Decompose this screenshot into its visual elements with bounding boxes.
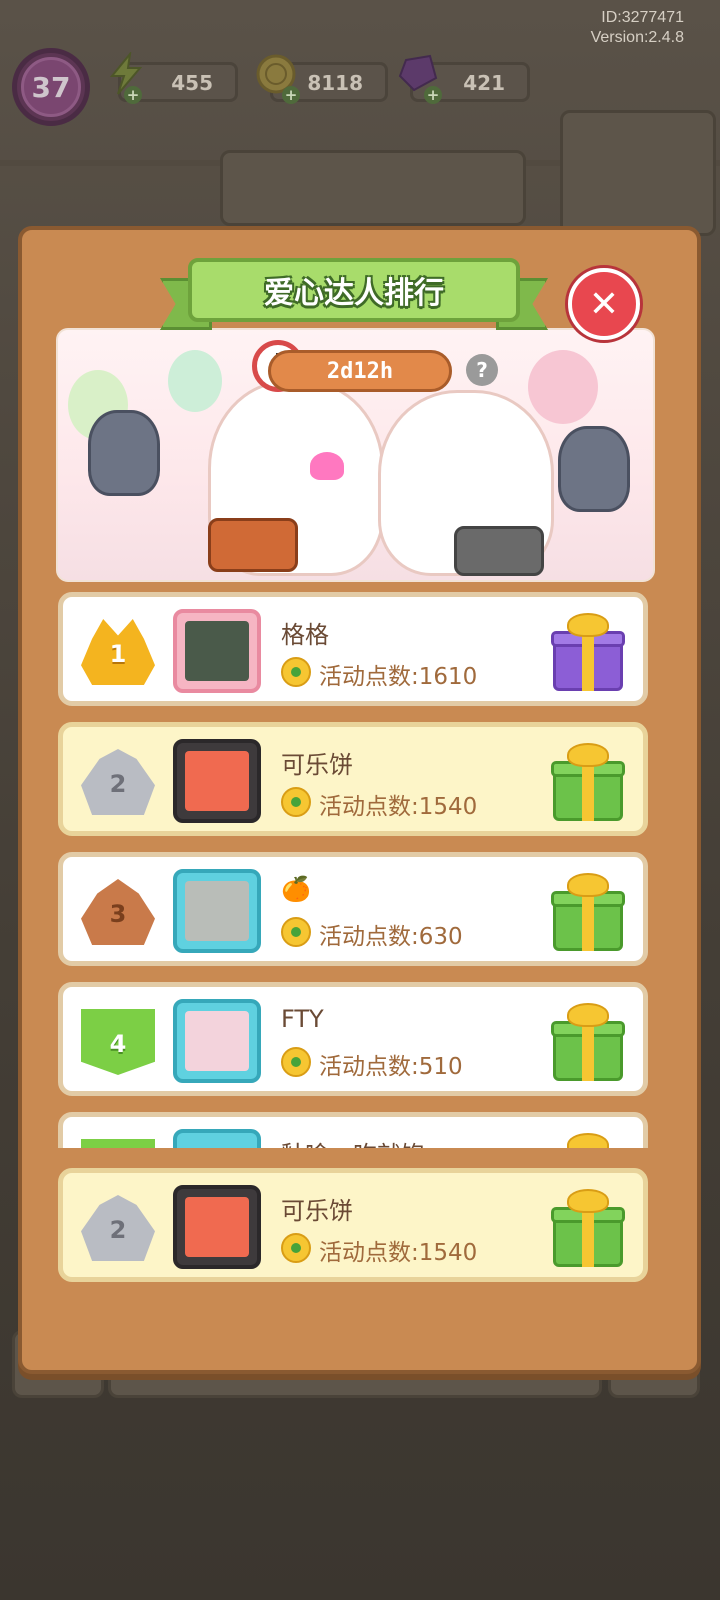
help-button[interactable]: ? <box>466 354 498 386</box>
rank-number: 3 <box>109 900 127 928</box>
rank-number: 2 <box>109 770 127 798</box>
avatar[interactable] <box>173 999 261 1083</box>
gray-cat-right <box>558 426 630 512</box>
crown-rank-icon: 1 <box>81 619 155 685</box>
player-name: 🍊 <box>281 875 311 903</box>
player-name: 釉啥一吃就饱 <box>281 1135 425 1148</box>
flower-points-icon <box>281 657 311 687</box>
green-gift-icon[interactable] <box>551 743 625 823</box>
ranking-row-3[interactable]: 3 🍊 活动点数:630 <box>58 852 648 966</box>
green-gift-icon[interactable] <box>551 1003 625 1083</box>
green-gift-icon[interactable] <box>551 1189 625 1269</box>
add-gem-icon[interactable]: + <box>424 86 442 104</box>
my-ranking-row[interactable]: 2 可乐饼 活动点数:1540 <box>58 1168 648 1282</box>
green-rank-icon: 4 <box>81 1009 155 1075</box>
player-name: 可乐饼 <box>281 1197 353 1225</box>
title-ribbon: 爱心达人排行 <box>160 258 548 332</box>
ranking-row-1[interactable]: 1 格格 活动点数:1610 <box>58 592 648 706</box>
energy-value: 455 <box>171 71 213 95</box>
player-name: 可乐饼 <box>281 751 353 779</box>
level-number: 37 <box>21 57 81 117</box>
flower-points-icon <box>281 917 311 947</box>
user-id-text: ID:3277471 <box>601 9 684 26</box>
stone-prop <box>454 526 544 576</box>
player-name: 格格 <box>281 621 329 649</box>
coin-value: 8118 <box>307 71 363 95</box>
ranking-row-2[interactable]: 2 可乐饼 活动点数:1540 <box>58 722 648 836</box>
gem-value: 421 <box>463 71 505 95</box>
activity-points: 活动点数:630 <box>319 924 463 950</box>
green-gift-icon[interactable] <box>551 1133 625 1148</box>
panel-title: 爱心达人排行 <box>264 276 444 311</box>
my-ranking-card[interactable]: 2 可乐饼 活动点数:1540 <box>58 1168 648 1282</box>
gray-cat-left <box>88 410 160 496</box>
avatar[interactable] <box>173 1185 261 1269</box>
background-counter <box>220 150 526 226</box>
gift-box-prop <box>208 518 298 572</box>
avatar-image <box>185 1197 249 1257</box>
avatar[interactable] <box>173 869 261 953</box>
activity-points: 活动点数:1610 <box>319 664 478 690</box>
balloon-heart <box>528 350 598 424</box>
rank-number: 4 <box>109 1030 127 1058</box>
ranking-row-4[interactable]: 4 FTY 活动点数:510 <box>58 982 648 1096</box>
flower-points-icon <box>281 1047 311 1077</box>
rank-number: 1 <box>109 640 127 668</box>
avatar-image <box>185 881 249 941</box>
build-info: ID:3277471 Version:2.4.8 <box>591 8 684 48</box>
flower-points-icon <box>281 787 311 817</box>
avatar[interactable] <box>173 609 261 693</box>
bronze-rank-icon: 3 <box>81 879 155 945</box>
activity-points: 活动点数:510 <box>319 1054 463 1080</box>
avatar-image <box>185 621 249 681</box>
green-rank-icon <box>81 1139 155 1148</box>
balloon-mint <box>168 350 222 412</box>
version-text: Version:2.4.8 <box>590 29 684 46</box>
avatar-image <box>185 751 249 811</box>
ranking-list[interactable]: 1 格格 活动点数:1610 2 可乐饼 活动点数:1540 3 🍊 活动点数:… <box>58 592 652 1148</box>
ranking-row-5[interactable]: 釉啥一吃就饱 <box>58 1112 648 1148</box>
green-gift-icon[interactable] <box>551 873 625 953</box>
activity-points: 活动点数:1540 <box>319 794 478 820</box>
add-coin-icon[interactable]: + <box>282 86 300 104</box>
rank-number: 2 <box>109 1216 127 1244</box>
background-cabinet <box>560 110 716 236</box>
close-button[interactable]: ✕ <box>568 268 640 340</box>
heart-icon <box>310 452 344 480</box>
title-band: 爱心达人排行 <box>188 258 520 322</box>
avatar[interactable] <box>173 739 261 823</box>
purple-gift-icon[interactable] <box>551 613 625 693</box>
level-badge[interactable]: 37 <box>12 48 90 126</box>
player-name: FTY <box>281 1005 324 1033</box>
silver-rank-icon: 2 <box>81 1195 155 1261</box>
event-timer: 2d12h <box>268 350 452 392</box>
avatar[interactable] <box>173 1129 261 1148</box>
avatar-image <box>185 1011 249 1071</box>
add-energy-icon[interactable]: + <box>124 86 142 104</box>
silver-rank-icon: 2 <box>81 749 155 815</box>
activity-points: 活动点数:1540 <box>319 1240 478 1266</box>
flower-points-icon <box>281 1233 311 1263</box>
